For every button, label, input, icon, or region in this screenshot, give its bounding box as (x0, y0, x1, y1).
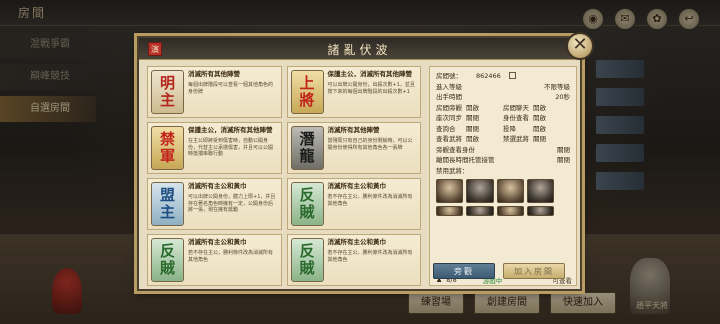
role-goal: 保護主公，消滅所有其他陣營 (327, 70, 413, 78)
role-card: 反賊 消滅所有主公和黃巾 若不存在主公，勝利條件改為消滅所有其他角色 (286, 234, 421, 286)
play-time-value: 20秒 (555, 93, 570, 101)
setting-value: 開啟 (533, 124, 546, 133)
role-tile-text: 反賊 (299, 242, 315, 277)
role-tile-rebel: 反賊 (151, 238, 184, 282)
setting-label: 查看武將 (436, 135, 462, 143)
role-card: 反賊 消滅所有主公和黃巾 若不存在主公，勝利條件改為消滅所有其他角色 (286, 178, 421, 230)
entry-level-row: 進入等級 不限等級 (436, 82, 570, 93)
player-avatar[interactable] (496, 179, 524, 203)
setting-pair-row: 查看武將 開啟 禁選武將 關閉 (436, 134, 570, 145)
role-description: 當殘局只有自己的身份剩餘時，可以公開身份使得所有其他角色各一張牌 (327, 138, 413, 151)
entry-level-label: 進入等級 (436, 82, 462, 91)
banned-generals-row: 禁用武將： (436, 166, 570, 177)
setting-value: 關閉 (466, 124, 479, 133)
afk-row: 離開長時間托管接管 關閉 (436, 155, 570, 166)
setting-label: 房間聊天 (503, 103, 529, 112)
role-description: 每個出牌階段可以查看一個其他角色的身份牌 (188, 82, 274, 95)
role-tile-alliance-leader: 盟主 (151, 182, 184, 226)
setting-value: 開啟 (533, 114, 546, 122)
join-room-button[interactable]: 加入房間 (503, 263, 565, 279)
close-button[interactable]: ✕ (566, 32, 594, 60)
setting-label: 房間旁觀 (436, 103, 462, 112)
role-tile-text: 反賊 (159, 242, 175, 277)
player-avatar[interactable] (496, 206, 524, 216)
player-avatar-grid (436, 179, 554, 216)
modal-action-bar: 旁觀 加入房間 (429, 260, 577, 282)
role-tile-text: 禁軍 (159, 130, 175, 165)
setting-label: 禁選武將 (503, 135, 529, 143)
role-tile-text: 反賊 (299, 186, 315, 221)
role-card: 上將 保護主公，消滅所有其他陣營 可以出牌公開身份，出殺次數+1，並且按下來的每… (286, 66, 421, 118)
role-description: 若不存在主公，勝利條件改為消滅所有其他角色 (327, 194, 413, 207)
role-goal: 消滅所有其他陣營 (188, 70, 240, 78)
modal-header: 演 諸亂伏波 (139, 38, 580, 60)
role-tile-text: 上將 (299, 74, 315, 109)
entry-level-value: 不限等級 (544, 82, 570, 91)
role-goal: 消滅所有主公和黃巾 (327, 182, 387, 190)
role-card: 潛龍 消滅所有其他陣營 當殘局只有自己的身份剩餘時，可以公開身份使得所有其他角色… (286, 122, 421, 174)
afk-value: 關閉 (557, 156, 570, 164)
role-description: 可以出牌公開身份，出殺次數+1，並且按下來的每個出牌階段的出殺次數+1 (327, 82, 415, 95)
room-number-value: 862466 (476, 72, 501, 80)
setting-label: 查詢合 (436, 124, 456, 133)
modal-title: 諸亂伏波 (327, 43, 392, 57)
role-tile-guard: 禁軍 (151, 126, 184, 170)
setting-pair-row: 房間旁觀 開啟 房間聊天 開啟 (436, 103, 570, 114)
role-description: 若不存在主公，勝利條件改為消滅所有其他角色 (188, 250, 274, 263)
player-avatar[interactable] (466, 179, 494, 203)
setting-value: 開啟 (466, 103, 479, 112)
play-time-label: 出手時間 (436, 93, 462, 101)
spectate-button[interactable]: 旁觀 (433, 263, 495, 279)
setting-pair-row: 座次同步 關閉 身份查看 開啟 (436, 113, 570, 124)
play-time-row: 出手時間 20秒 (436, 92, 570, 103)
role-card: 盟主 消滅所有主公和黃巾 可以出牌公開身份，體力上限+1，并且存在著名角色時擁有… (147, 178, 282, 230)
role-card: 反賊 消滅所有主公和黃巾 若不存在主公，勝利條件改為消滅所有其他角色 (147, 234, 282, 286)
role-tile-lord: 明主 (151, 70, 184, 114)
player-avatar[interactable] (436, 206, 464, 216)
room-detail-modal: 演 諸亂伏波 ✕ 明主 消滅所有其他陣營 每個出牌階段可以查看一個其他角色的身份… (137, 32, 594, 291)
setting-label: 座次同步 (436, 114, 462, 122)
setting-value: 關閉 (533, 135, 546, 143)
player-avatar[interactable] (526, 179, 554, 203)
role-description: 可以出牌公開身份，體力上限+1，并且存在著名角色時擁有一定，公開身份后將一張，現… (188, 194, 276, 213)
setting-label: 身份查看 (503, 114, 529, 122)
role-goal: 消滅所有主公和黃巾 (327, 238, 387, 246)
afk-label: 離開長時間托管接管 (436, 156, 495, 164)
role-grid: 明主 消滅所有其他陣營 每個出牌階段可以查看一個其他角色的身份牌 上將 保護主公… (147, 66, 421, 286)
role-tile-general: 上將 (290, 70, 324, 114)
role-description: 若不存在主公，勝利條件改為消滅所有其他角色 (327, 250, 413, 263)
role-card: 明主 消滅所有其他陣營 每個出牌階段可以查看一個其他角色的身份牌 (147, 66, 282, 118)
setting-value: 開啟 (533, 103, 546, 112)
player-avatar[interactable] (526, 206, 554, 216)
role-tile-rebel: 反賊 (290, 182, 324, 226)
player-avatar[interactable] (436, 179, 464, 203)
role-goal: 消滅所有主公和黃巾 (188, 238, 247, 246)
role-tile-text: 盟主 (159, 186, 175, 221)
role-card: 禁軍 保護主公，消滅所有其他陣營 在主公即將受到傷害時，自動公開身份，代替主公承… (147, 122, 282, 174)
room-number-label: 房間號： (436, 72, 462, 80)
role-description: 在主公即將受到傷害時，自動公開身份，代替主公承擔傷害，并且可以公開時抵擋串聯行動 (188, 138, 274, 157)
role-tile-text: 明主 (159, 74, 175, 109)
role-goal: 保護主公，消滅所有其他陣營 (188, 126, 273, 134)
role-tile-rebel: 反賊 (290, 238, 324, 282)
copy-icon[interactable] (508, 72, 516, 79)
banned-generals-label: 禁用武將： (436, 166, 469, 175)
role-goal: 消滅所有主公和黃巾 (188, 182, 247, 190)
setting-value: 關閉 (466, 114, 479, 122)
spectator-identity-row: 旁觀查看身份 關閉 (436, 145, 570, 156)
setting-pair-row: 查詢合 關閉 投降 開啟 (436, 124, 570, 135)
room-number-row: 房間號： 862466 (436, 71, 570, 82)
room-info-panel: 房間號： 862466 進入等級 不限等級 出手時間 20秒 房間旁觀 開啟 房間… (429, 66, 577, 286)
spectator-identity-value: 關閉 (557, 145, 570, 154)
role-tile-hidden-dragon: 潛龍 (290, 126, 324, 170)
role-tile-text: 潛龍 (299, 130, 315, 165)
role-goal: 消滅所有其他陣營 (327, 126, 380, 134)
setting-label: 投降 (503, 124, 516, 133)
spectator-identity-label: 旁觀查看身份 (436, 145, 475, 154)
setting-value: 開啟 (466, 135, 479, 143)
player-avatar[interactable] (466, 206, 494, 216)
